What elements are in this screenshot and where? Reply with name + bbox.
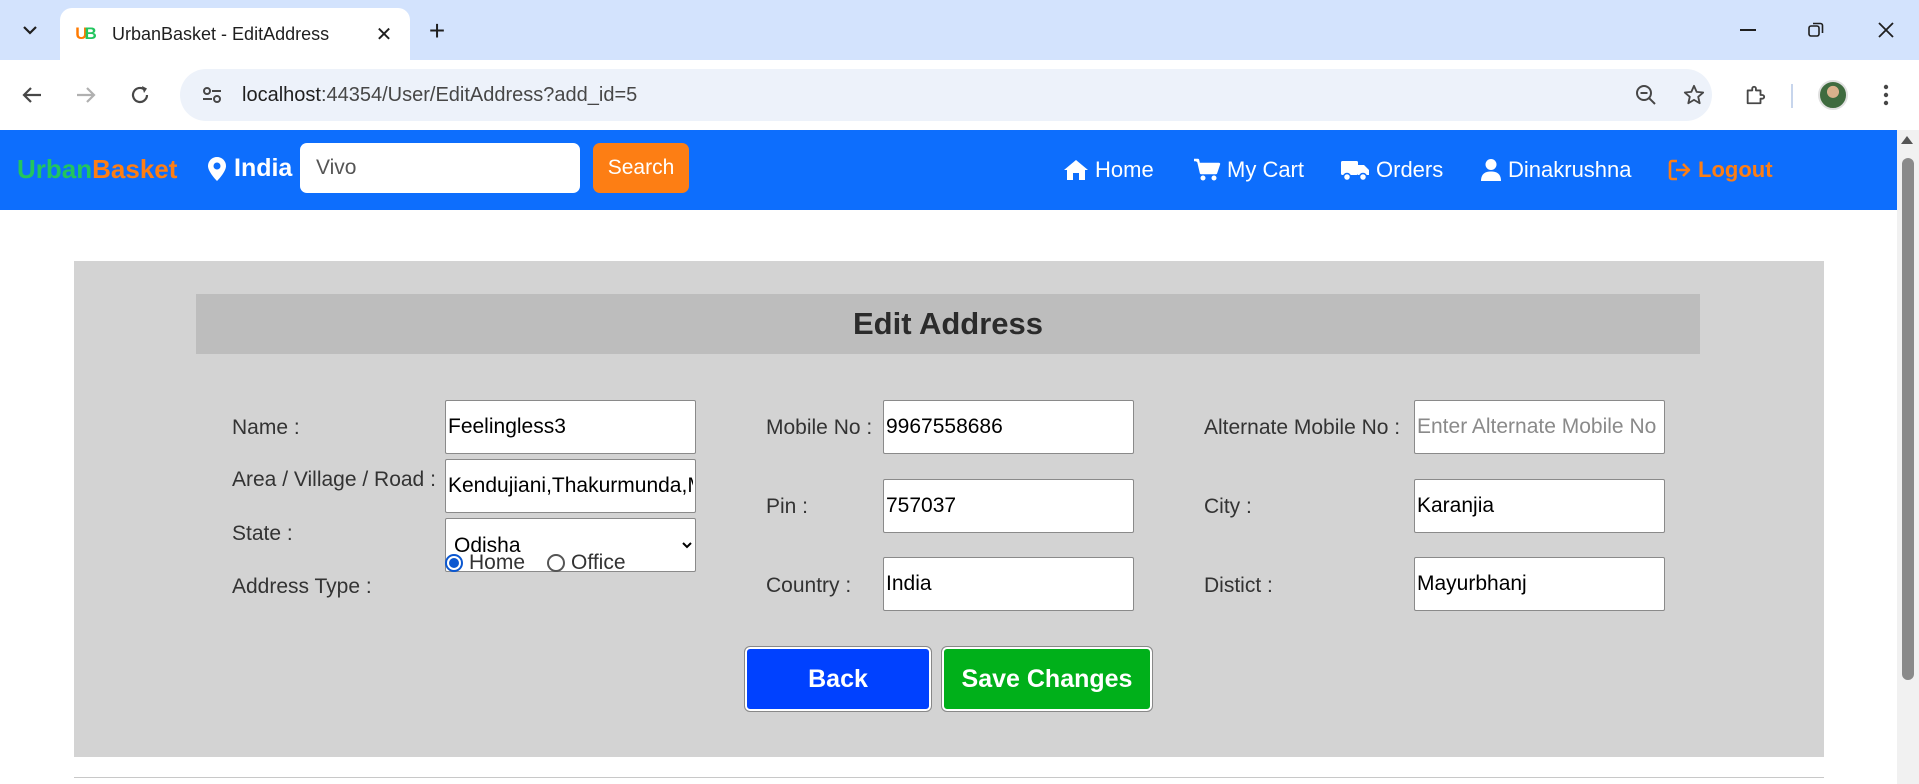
alt-mobile-input[interactable] xyxy=(1414,400,1665,454)
area-label: Area / Village / Road : xyxy=(232,468,436,491)
nav-orders-label: Orders xyxy=(1376,157,1444,182)
area-input[interactable] xyxy=(445,459,696,513)
browser-tabstrip: UB UrbanBasket - EditAddress ✕ + xyxy=(0,0,1919,60)
browser-menu-icon[interactable] xyxy=(1868,77,1904,113)
tab-title: UrbanBasket - EditAddress xyxy=(112,23,330,44)
nav-logout-label: Logout xyxy=(1698,157,1773,182)
search-button[interactable]: Search xyxy=(593,143,689,193)
address-type-office-radio[interactable] xyxy=(547,554,566,572)
close-window-icon[interactable] xyxy=(1866,10,1906,50)
url-text: localhost:44354/User/EditAddress?add_id=… xyxy=(242,84,637,107)
page-viewport: UrbanBasket India Search Home My Cart Or… xyxy=(0,130,1919,784)
nav-logout-link[interactable]: Logout xyxy=(1668,157,1773,183)
city-label: City : xyxy=(1204,495,1252,518)
name-label: Name : xyxy=(232,416,300,439)
nav-cart-label: My Cart xyxy=(1227,157,1304,182)
search-input[interactable] xyxy=(300,143,580,193)
address-type-office-label: Office xyxy=(571,551,626,574)
save-changes-button[interactable]: Save Changes xyxy=(941,646,1153,712)
address-type-home-label: Home xyxy=(469,551,526,574)
scrollbar-thumb[interactable] xyxy=(1902,158,1914,680)
address-type-radio-group: Home Office xyxy=(445,551,626,575)
nav-user-link[interactable]: Dinakrushna xyxy=(1480,157,1632,183)
nav-orders-link[interactable]: Orders xyxy=(1340,157,1443,183)
name-input[interactable] xyxy=(445,400,696,454)
cart-icon xyxy=(1194,158,1221,181)
pin-label: Pin : xyxy=(766,495,809,518)
alt-mobile-label: Alternate Mobile No : xyxy=(1204,416,1401,439)
country-input[interactable] xyxy=(883,557,1134,611)
home-icon xyxy=(1064,160,1088,180)
minimize-icon[interactable] xyxy=(1728,10,1768,50)
bookmark-star-icon[interactable] xyxy=(1678,79,1710,111)
city-input[interactable] xyxy=(1414,479,1665,533)
address-type-label: Address Type : xyxy=(232,575,372,598)
url-path: :44354/User/EditAddress?add_id=5 xyxy=(320,83,638,106)
toolbar-divider xyxy=(1791,84,1793,108)
state-label: State : xyxy=(232,522,293,545)
browser-toolbar: localhost:44354/User/EditAddress?add_id=… xyxy=(0,60,1919,130)
nav-cart-link[interactable]: My Cart xyxy=(1193,157,1304,183)
back-arrow-icon[interactable] xyxy=(14,77,50,113)
pin-input[interactable] xyxy=(883,479,1134,533)
restore-icon[interactable] xyxy=(1796,10,1836,50)
profile-avatar[interactable] xyxy=(1818,80,1848,110)
brand-logo[interactable]: UrbanBasket xyxy=(17,154,177,185)
truck-icon xyxy=(1341,161,1369,182)
brand-basket: Basket xyxy=(92,154,178,184)
district-input[interactable] xyxy=(1414,557,1665,611)
map-pin-icon xyxy=(208,156,226,181)
address-bar[interactable]: localhost:44354/User/EditAddress?add_id=… xyxy=(180,69,1712,121)
nav-home-link[interactable]: Home xyxy=(1063,157,1154,183)
scroll-up-arrow-icon[interactable] xyxy=(1901,136,1913,144)
divider xyxy=(74,777,1824,778)
user-icon xyxy=(1481,159,1501,181)
nav-user-label: Dinakrushna xyxy=(1508,157,1632,182)
forward-arrow-icon[interactable] xyxy=(68,77,104,113)
close-tab-icon[interactable]: ✕ xyxy=(372,22,396,47)
logout-icon xyxy=(1668,159,1691,181)
location-indicator: India xyxy=(208,154,292,183)
url-host: localhost xyxy=(242,83,321,106)
tab-search-icon[interactable] xyxy=(12,12,48,48)
zoom-icon[interactable] xyxy=(1630,79,1662,111)
new-tab-plus-icon[interactable]: + xyxy=(420,14,454,48)
country-label: Country : xyxy=(766,574,852,597)
browser-tab-active[interactable]: UB UrbanBasket - EditAddress ✕ xyxy=(60,8,410,60)
mobile-label: Mobile No : xyxy=(766,416,873,439)
site-navbar: UrbanBasket India Search Home My Cart Or… xyxy=(0,130,1897,210)
mobile-input[interactable] xyxy=(883,400,1134,454)
site-info-icon[interactable] xyxy=(198,81,226,109)
urbanbasket-favicon-icon: UB xyxy=(75,24,97,43)
page-scrollbar[interactable] xyxy=(1897,130,1919,784)
reload-icon[interactable] xyxy=(122,77,158,113)
brand-urban: Urban xyxy=(17,154,93,184)
back-button[interactable]: Back xyxy=(744,646,932,712)
page-title: Edit Address xyxy=(196,294,1700,354)
extensions-puzzle-icon[interactable] xyxy=(1737,77,1773,113)
location-text: India xyxy=(234,154,293,182)
district-label: Distict : xyxy=(1204,574,1273,597)
address-type-home-radio[interactable] xyxy=(445,554,463,572)
nav-home-label: Home xyxy=(1095,157,1154,182)
